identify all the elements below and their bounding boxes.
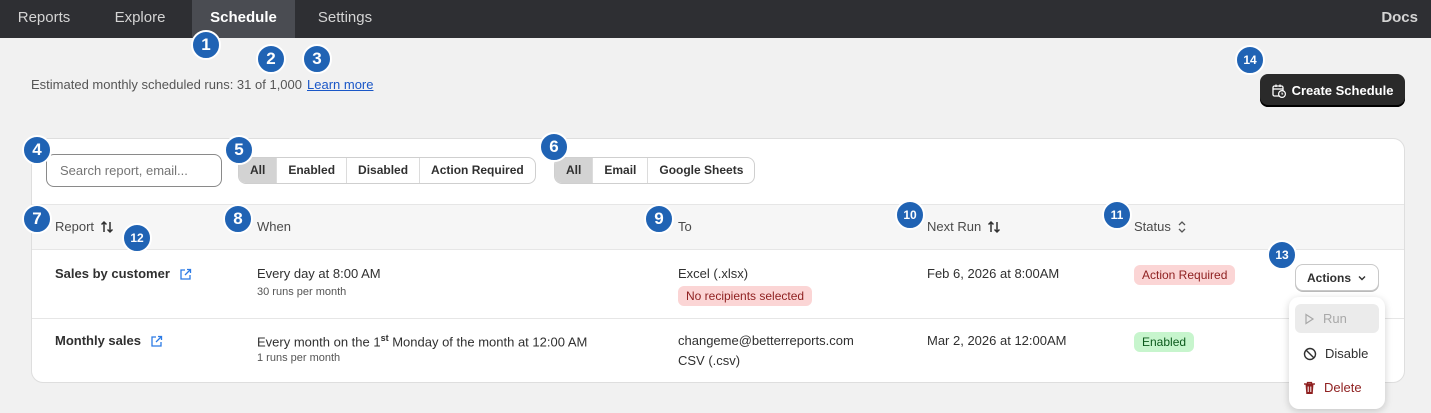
runs-per-month: 30 runs per month xyxy=(257,286,347,298)
destination-filter-all[interactable]: All xyxy=(555,158,593,183)
external-link-icon[interactable] xyxy=(179,268,192,281)
marker-5: 5 xyxy=(224,135,254,165)
report-name[interactable]: Sales by customer xyxy=(55,266,170,281)
when-text-end: Monday of the month at 12:00 AM xyxy=(388,334,588,350)
learn-more-link[interactable]: Learn more xyxy=(307,77,373,92)
ordinal-suffix: st xyxy=(380,333,389,343)
destination-filter: All Email Google Sheets xyxy=(554,157,756,184)
nav-reports[interactable]: Reports xyxy=(0,0,88,38)
runs-per-month: 1 runs per month xyxy=(257,352,341,364)
destination-filter-email[interactable]: Email xyxy=(592,158,647,183)
usage-text: Estimated monthly scheduled runs: 31 of … xyxy=(31,77,302,92)
chevron-down-icon xyxy=(1358,275,1366,280)
status-filter-action-required[interactable]: Action Required xyxy=(419,158,535,183)
marker-13: 13 xyxy=(1267,240,1297,270)
next-run-time: Mar 2, 2026 at 12:00AM xyxy=(927,333,1067,348)
destination-format: CSV (.csv) xyxy=(678,353,741,368)
usage-summary: Estimated monthly scheduled runs: 31 of … xyxy=(31,77,373,92)
column-when: When xyxy=(257,219,291,234)
menu-item-delete-label: Delete xyxy=(1324,380,1362,395)
actions-menu: Run Disable Delete xyxy=(1289,297,1385,409)
destination-format: Excel (.xlsx) xyxy=(678,266,749,281)
sort-icon[interactable] xyxy=(100,220,114,234)
nav-explore[interactable]: Explore xyxy=(88,0,192,38)
marker-7: 7 xyxy=(22,204,52,234)
calendar-clock-icon xyxy=(1271,84,1286,98)
marker-12: 12 xyxy=(122,223,152,253)
actions-label: Actions xyxy=(1306,270,1351,285)
column-next-run-label: Next Run xyxy=(927,219,982,234)
column-status[interactable]: Status xyxy=(1134,219,1187,234)
when-text-start: Every month on the 1 xyxy=(257,334,381,350)
table-row-report[interactable]: Sales by customer xyxy=(55,266,192,281)
status-filter: All Enabled Disabled Action Required xyxy=(238,157,536,184)
column-to: To xyxy=(678,219,692,234)
marker-1: 1 xyxy=(191,30,221,60)
create-schedule-label: Create Schedule xyxy=(1291,83,1394,98)
marker-3: 3 xyxy=(302,44,332,74)
external-link-icon[interactable] xyxy=(150,335,163,348)
nav-docs[interactable]: Docs xyxy=(1381,0,1418,38)
marker-8: 8 xyxy=(223,204,253,234)
marker-9: 9 xyxy=(644,204,674,234)
table-row-report[interactable]: Monthly sales xyxy=(55,333,163,348)
status-badge: Action Required xyxy=(1134,265,1236,285)
menu-item-disable[interactable]: Disable xyxy=(1295,339,1379,368)
menu-item-run-label: Run xyxy=(1323,311,1347,326)
column-next-run[interactable]: Next Run xyxy=(927,219,1001,234)
next-run-time: Feb 6, 2026 at 8:00AM xyxy=(927,266,1060,281)
menu-item-delete[interactable]: Delete xyxy=(1295,373,1379,402)
column-report[interactable]: Report xyxy=(55,219,114,234)
marker-11: 11 xyxy=(1102,200,1132,230)
create-schedule-button[interactable]: Create Schedule xyxy=(1260,74,1405,107)
status-filter-disabled[interactable]: Disabled xyxy=(346,158,419,183)
status-filter-enabled[interactable]: Enabled xyxy=(276,158,346,183)
marker-10: 10 xyxy=(895,200,925,230)
marker-14: 14 xyxy=(1235,45,1265,75)
schedule-when: Every day at 8:00 AM xyxy=(257,266,381,281)
column-when-label: When xyxy=(257,219,291,234)
nav-settings[interactable]: Settings xyxy=(295,0,395,38)
column-report-label: Report xyxy=(55,219,95,234)
sort-chevrons-icon[interactable] xyxy=(1177,220,1187,234)
status-badge: Enabled xyxy=(1134,332,1195,352)
marker-2: 2 xyxy=(256,44,286,74)
column-to-label: To xyxy=(678,219,692,234)
recipient-email: changeme@betterreports.com xyxy=(678,333,854,348)
search-input[interactable] xyxy=(46,154,222,187)
marker-6: 6 xyxy=(539,132,569,162)
trash-icon xyxy=(1304,381,1315,394)
disable-icon xyxy=(1303,347,1317,360)
marker-4: 4 xyxy=(22,135,52,165)
play-icon xyxy=(1305,312,1315,325)
schedule-when: Every month on the 1st Monday of the mon… xyxy=(257,333,587,349)
menu-item-run[interactable]: Run xyxy=(1295,304,1379,333)
sort-icon[interactable] xyxy=(987,220,1001,234)
row-divider xyxy=(32,318,1404,319)
menu-item-disable-label: Disable xyxy=(1325,346,1369,361)
warning-badge: No recipients selected xyxy=(678,286,813,306)
actions-button[interactable]: Actions xyxy=(1295,264,1379,291)
destination-filter-google-sheets[interactable]: Google Sheets xyxy=(647,158,754,183)
report-name[interactable]: Monthly sales xyxy=(55,333,141,348)
column-status-label: Status xyxy=(1134,219,1171,234)
